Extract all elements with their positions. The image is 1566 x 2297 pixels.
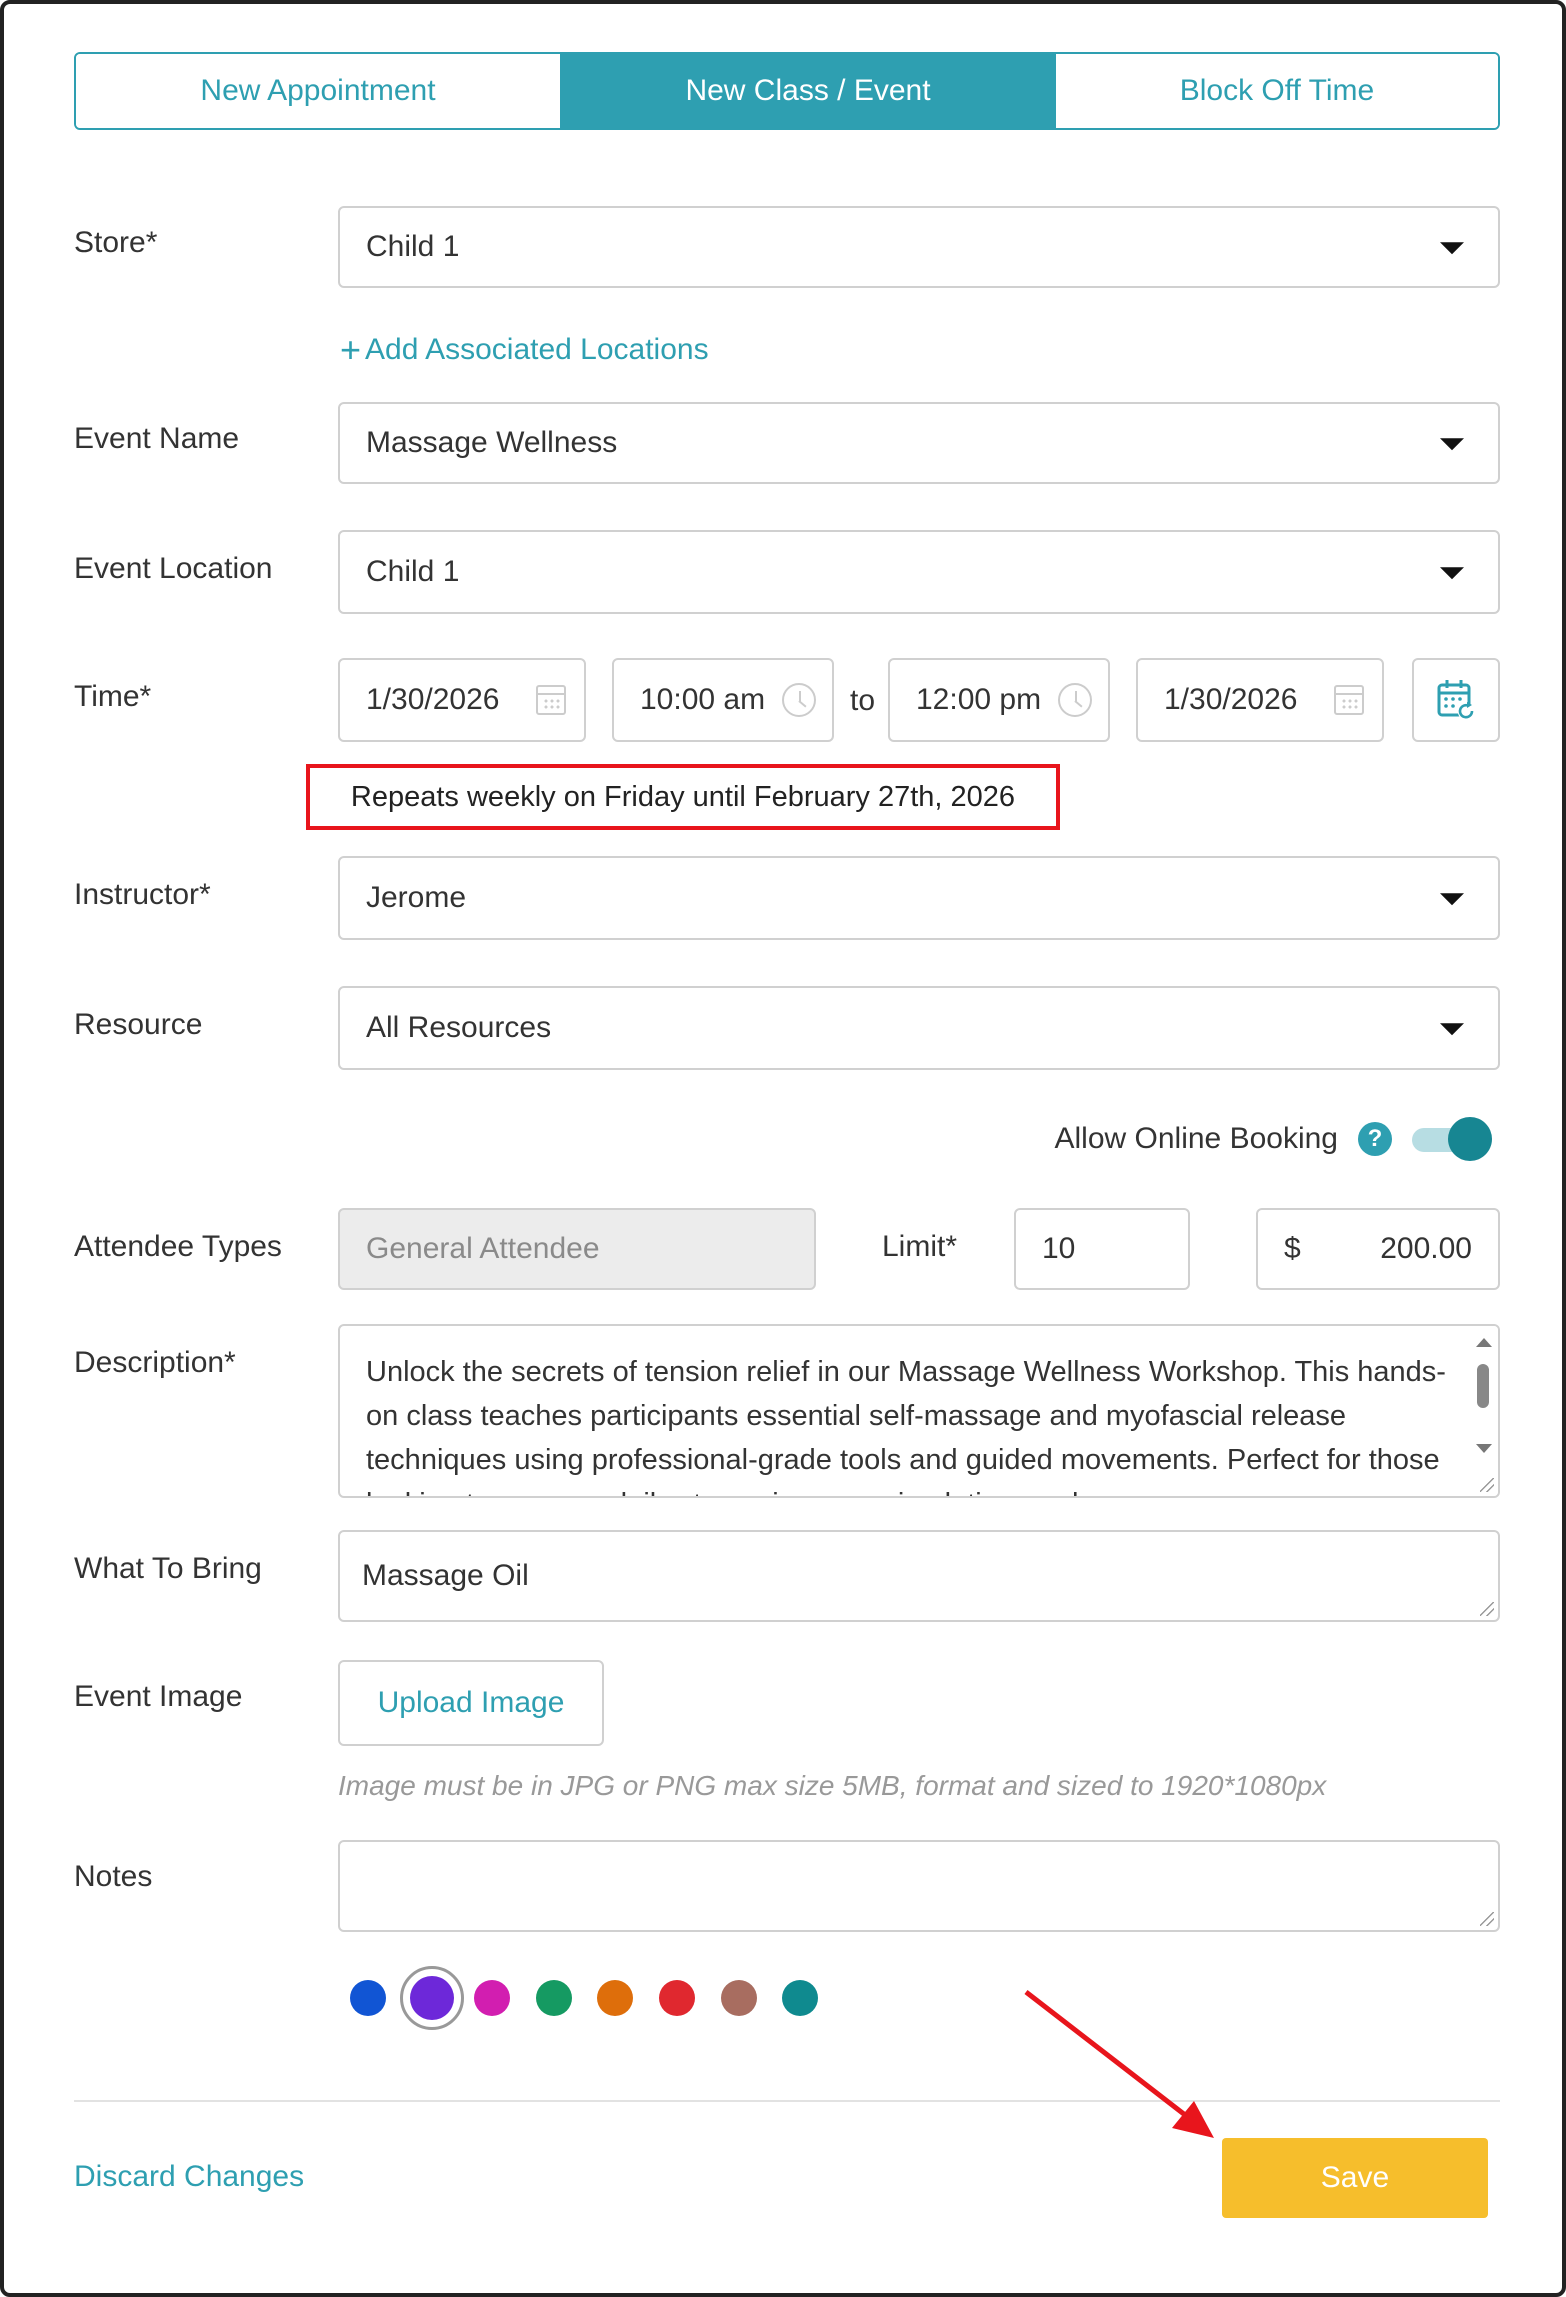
chevron-down-icon bbox=[1440, 893, 1464, 906]
scroll-thumb[interactable] bbox=[1477, 1364, 1489, 1408]
color-swatch[interactable] bbox=[782, 1980, 818, 2016]
tab-new-appointment[interactable]: New Appointment bbox=[76, 54, 562, 128]
end-date-value: 1/30/2026 bbox=[1164, 683, 1298, 716]
end-date-input[interactable]: 1/30/2026 bbox=[1136, 658, 1384, 742]
scroll-down-icon[interactable] bbox=[1476, 1444, 1492, 1453]
event-location-select[interactable]: Child 1 bbox=[338, 530, 1500, 614]
resource-select[interactable]: All Resources bbox=[338, 986, 1500, 1070]
color-swatch[interactable] bbox=[536, 1980, 572, 2016]
scroll-up-icon[interactable] bbox=[1476, 1338, 1492, 1347]
what-to-bring-label: What To Bring bbox=[74, 1552, 262, 1585]
upload-image-button[interactable]: Upload Image bbox=[338, 1660, 604, 1746]
tab-new-class-event[interactable]: New Class / Event bbox=[562, 54, 1056, 128]
online-booking-label: Allow Online Booking bbox=[1054, 1122, 1339, 1155]
color-swatch[interactable] bbox=[659, 1980, 695, 2016]
event-name-value: Massage Wellness bbox=[366, 426, 618, 459]
chevron-down-icon bbox=[1440, 438, 1464, 451]
chevron-down-icon bbox=[1440, 567, 1464, 580]
resize-handle-icon[interactable] bbox=[1480, 1912, 1494, 1926]
event-form-panel: New Appointment New Class / Event Block … bbox=[0, 0, 1566, 2297]
description-scrollbar[interactable] bbox=[1468, 1326, 1498, 1496]
clock-icon bbox=[1058, 683, 1092, 717]
footer-divider bbox=[74, 2100, 1500, 2102]
resize-handle-icon[interactable] bbox=[1480, 1478, 1494, 1492]
chevron-down-icon bbox=[1440, 242, 1464, 255]
calendar-icon bbox=[1334, 685, 1364, 715]
tab-block-off-time[interactable]: Block Off Time bbox=[1056, 54, 1498, 128]
store-label: Store* bbox=[74, 226, 158, 259]
instructor-value: Jerome bbox=[366, 881, 467, 914]
online-booking-row: Allow Online Booking ? bbox=[1054, 1117, 1492, 1161]
calendar-icon bbox=[536, 685, 566, 715]
mode-tabs: New Appointment New Class / Event Block … bbox=[74, 52, 1500, 130]
event-location-label: Event Location bbox=[74, 552, 273, 585]
what-to-bring-value: Massage Oil bbox=[362, 1559, 529, 1592]
toggle-knob bbox=[1448, 1117, 1492, 1161]
instructor-select[interactable]: Jerome bbox=[338, 856, 1500, 940]
event-name-select[interactable]: Massage Wellness bbox=[338, 402, 1500, 484]
event-location-value: Child 1 bbox=[366, 555, 460, 588]
start-date-input[interactable]: 1/30/2026 bbox=[338, 658, 586, 742]
notes-textarea[interactable] bbox=[338, 1840, 1500, 1932]
instructor-label: Instructor* bbox=[74, 878, 211, 911]
currency-symbol: $ bbox=[1284, 1232, 1301, 1265]
save-button[interactable]: Save bbox=[1222, 2138, 1488, 2218]
start-time-input[interactable]: 10:00 am bbox=[612, 658, 834, 742]
discard-changes-link[interactable]: Discard Changes bbox=[74, 2160, 304, 2194]
online-booking-toggle[interactable] bbox=[1412, 1117, 1492, 1161]
plus-icon: + bbox=[340, 329, 362, 370]
clock-icon bbox=[782, 683, 816, 717]
price-input[interactable]: $ 200.00 bbox=[1256, 1208, 1500, 1290]
image-hint: Image must be in JPG or PNG max size 5MB… bbox=[338, 1770, 1327, 1801]
resize-handle-icon[interactable] bbox=[1480, 1602, 1494, 1616]
color-swatch[interactable] bbox=[350, 1980, 386, 2016]
repeat-summary: Repeats weekly on Friday until February … bbox=[306, 764, 1060, 830]
time-label: Time* bbox=[74, 680, 152, 713]
description-textarea[interactable]: Unlock the secrets of tension relief in … bbox=[338, 1324, 1500, 1498]
help-icon[interactable]: ? bbox=[1358, 1122, 1392, 1156]
store-select[interactable]: Child 1 bbox=[338, 206, 1500, 288]
price-value: 200.00 bbox=[1380, 1232, 1472, 1265]
limit-input[interactable]: 10 bbox=[1014, 1208, 1190, 1290]
end-time-value: 12:00 pm bbox=[916, 683, 1042, 716]
start-date-value: 1/30/2026 bbox=[366, 683, 500, 716]
time-to-label: to bbox=[850, 684, 876, 717]
chevron-down-icon bbox=[1440, 1023, 1464, 1036]
attendee-types-label: Attendee Types bbox=[74, 1230, 282, 1263]
what-to-bring-textarea[interactable]: Massage Oil bbox=[338, 1530, 1500, 1622]
event-name-label: Event Name bbox=[74, 422, 240, 455]
add-locations-label: Add Associated Locations bbox=[365, 333, 709, 366]
event-image-label: Event Image bbox=[74, 1680, 243, 1713]
color-swatch[interactable] bbox=[597, 1980, 633, 2016]
description-text: Unlock the secrets of tension relief in … bbox=[366, 1356, 1446, 1496]
resource-value: All Resources bbox=[366, 1011, 552, 1044]
calendar-repeat-icon bbox=[1437, 680, 1474, 720]
store-value: Child 1 bbox=[366, 230, 460, 263]
description-label: Description* bbox=[74, 1346, 236, 1379]
color-swatch[interactable] bbox=[410, 1976, 454, 2020]
color-swatch[interactable] bbox=[721, 1980, 757, 2016]
notes-label: Notes bbox=[74, 1860, 153, 1893]
color-swatch[interactable] bbox=[474, 1980, 510, 2016]
limit-label: Limit* bbox=[882, 1230, 958, 1263]
add-associated-locations-link[interactable]: + Add Associated Locations bbox=[340, 332, 709, 368]
resource-label: Resource bbox=[74, 1008, 203, 1041]
recurrence-button[interactable] bbox=[1412, 658, 1500, 742]
attendee-type-field: General Attendee bbox=[338, 1208, 816, 1290]
end-time-input[interactable]: 12:00 pm bbox=[888, 658, 1110, 742]
start-time-value: 10:00 am bbox=[640, 683, 766, 716]
